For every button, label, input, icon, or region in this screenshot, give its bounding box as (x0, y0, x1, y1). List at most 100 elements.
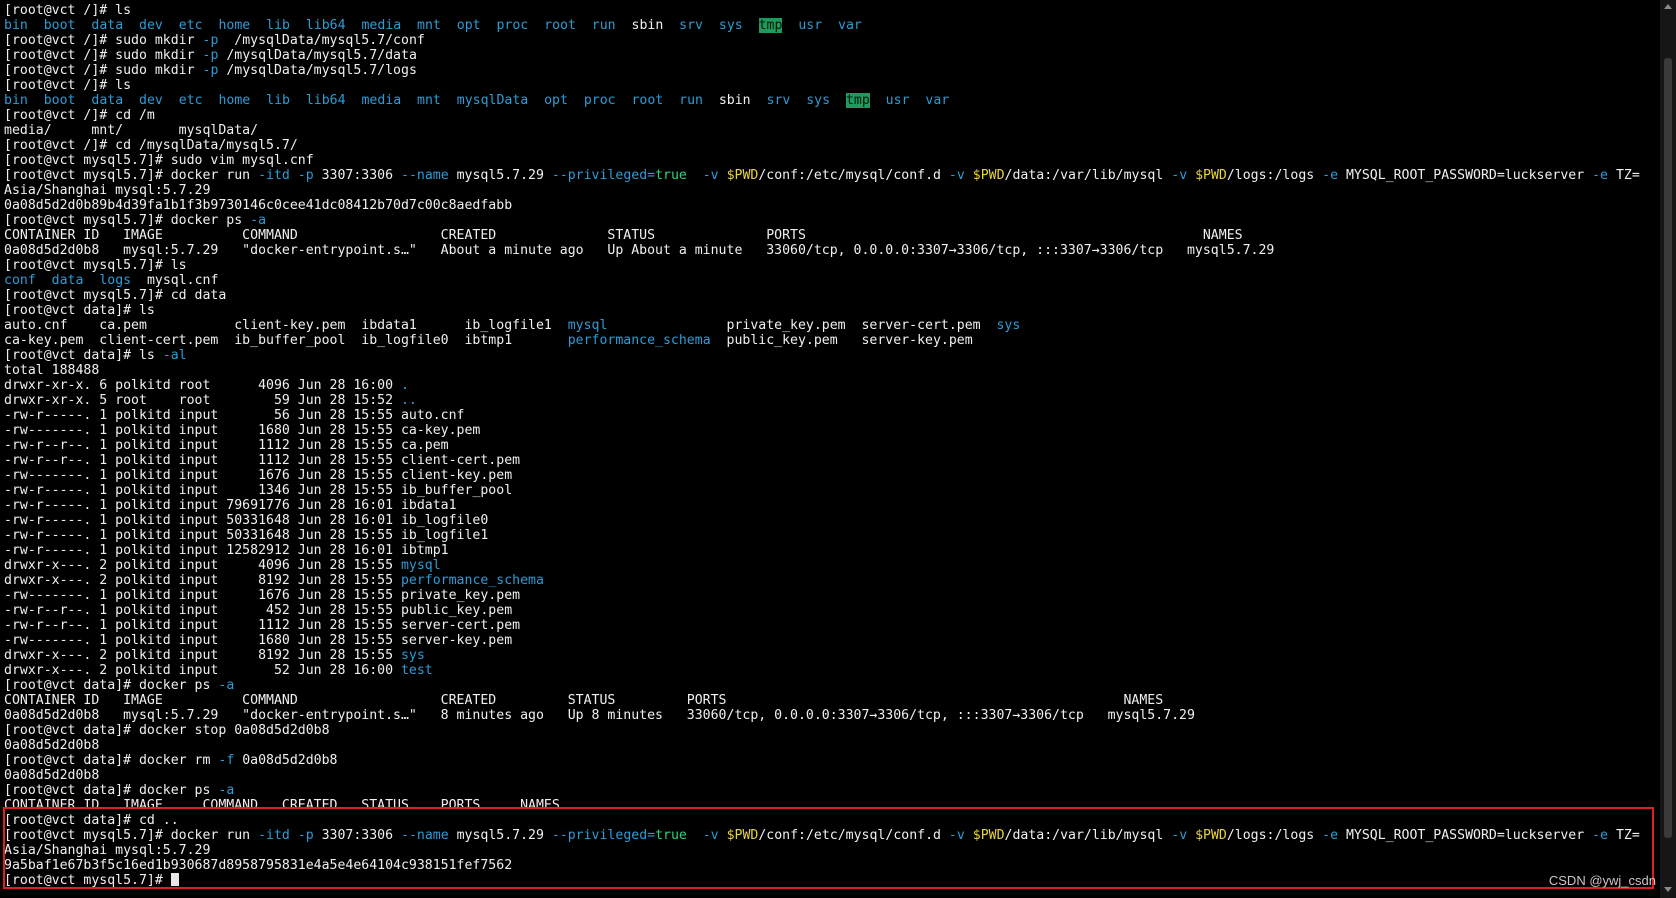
terminal-text-segment: media/ mnt/ mysqlData/ (4, 123, 259, 138)
terminal-text-segment: performance_schema (567, 333, 711, 348)
terminal-text-segment: -rw-r--r--. 1 polkitd input 1112 Jun 28 … (4, 618, 521, 633)
terminal-line: -rw-r--r--. 1 polkitd input 1112 Jun 28 … (4, 453, 1654, 468)
terminal-text-segment: -a (250, 213, 267, 228)
terminal-line: [root@vct /]# ls (4, 78, 1654, 93)
terminal-text-segment: [root@vct /]# cd /mysqlData/mysql5.7/ (4, 138, 298, 153)
terminal-text-segment: -rw-r-----. 1 polkitd input 56 Jun 28 15… (4, 408, 465, 423)
terminal-text-segment: -rw-r--r--. 1 polkitd input 452 Jun 28 1… (4, 603, 513, 618)
terminal-text-segment: TZ= (1608, 168, 1640, 183)
terminal-text-segment: sys (400, 648, 425, 663)
terminal-text-segment: var (838, 18, 862, 33)
terminal-text-segment: media (361, 18, 402, 33)
terminal-text-segment: usr (798, 18, 823, 33)
scroll-up-arrow-icon[interactable] (1664, 4, 1672, 9)
terminal-line: CONTAINER ID IMAGE COMMAND CREATED STATU… (4, 693, 1654, 708)
terminal-line: -rw-r-----. 1 polkitd input 50331648 Jun… (4, 513, 1654, 528)
terminal-text-segment: CONTAINER ID IMAGE COMMAND CREATED STATU… (4, 228, 1243, 243)
terminal-line: -rw-r-----. 1 polkitd input 50331648 Jun… (4, 528, 1654, 543)
terminal-text-segment: home (218, 93, 251, 108)
terminal-text-segment: /mysqlData/mysql5.7/logs (218, 63, 417, 78)
terminal-text-segment: [root@vct mysql5.7]# sudo vim mysql.cnf (4, 153, 314, 168)
terminal-text-segment: auto.cnf ca.pem client-key.pem ibdata1 i… (4, 318, 568, 333)
terminal-text-segment: [root@vct /]# sudo mkdir (4, 48, 203, 63)
terminal-text-segment: srv (679, 18, 703, 33)
terminal-text-segment: -rw-------. 1 polkitd input 1676 Jun 28 … (4, 468, 513, 483)
terminal-text-segment: -itd -p (258, 168, 314, 183)
terminal-line: [root@vct data]# docker ps -a (4, 783, 1654, 798)
terminal-line: -rw-r-----. 1 polkitd input 12582912 Jun… (4, 543, 1654, 558)
terminal-text-segment: mysql (400, 558, 441, 573)
terminal-text-segment: home (218, 18, 251, 33)
terminal-text-segment: [root@vct data]# docker ps (4, 678, 219, 693)
terminal-line: [root@vct data]# docker stop 0a08d5d2d0b… (4, 723, 1654, 738)
terminal-text-segment: [root@vct mysql5.7]# docker ps (4, 213, 251, 228)
terminal-text-segment: [root@vct /]# sudo mkdir (4, 63, 203, 78)
terminal-text-segment: total 188488 (4, 363, 100, 378)
terminal-line: [root@vct mysql5.7]# sudo vim mysql.cnf (4, 153, 1654, 168)
terminal-text-segment: -v (1171, 168, 1188, 183)
terminal-text-segment: drwxr-x---. 2 polkitd input 8192 Jun 28 … (4, 648, 401, 663)
terminal-text-segment: [root@vct mysql5.7]# cd data (4, 288, 227, 303)
terminal-text-segment: -e (1592, 168, 1608, 183)
terminal-text-segment: sbin (718, 93, 751, 108)
terminal-text-segment: Asia/Shanghai mysql:5.7.29 (4, 183, 211, 198)
terminal-line: [root@vct /]# cd /mysqlData/mysql5.7/ (4, 138, 1654, 153)
terminal-text-segment: dev (139, 18, 163, 33)
terminal-text-segment: mysql.cnf (131, 273, 219, 288)
terminal-line: -rw-r-----. 1 polkitd input 56 Jun 28 15… (4, 408, 1654, 423)
terminal-text-segment: proc (583, 93, 616, 108)
terminal-text-segment: -rw-r--r--. 1 polkitd input 1112 Jun 28 … (4, 453, 521, 468)
terminal-text-segment: [root@vct data]# docker ps (4, 783, 219, 798)
scroll-down-arrow-icon[interactable] (1664, 887, 1672, 892)
terminal-line: 0a08d5d2d0b8 mysql:5.7.29 "docker-entryp… (4, 708, 1654, 723)
terminal-line: auto.cnf ca.pem client-key.pem ibdata1 i… (4, 318, 1654, 333)
terminal-line: [root@vct data]# docker rm -f 0a08d5d2d0… (4, 753, 1654, 768)
terminal-output[interactable]: [root@vct /]# ls bin boot data dev etc ho… (4, 3, 1654, 893)
terminal-line: conf data logs mysql.cnf (4, 273, 1654, 288)
terminal-text-segment: MYSQL_ROOT_PASSWORD=luckserver (1338, 168, 1593, 183)
terminal-line: -rw-r--r--. 1 polkitd input 1112 Jun 28 … (4, 438, 1654, 453)
terminal-text-segment: [root@vct data]# ls (4, 348, 163, 363)
scrollbar-thumb[interactable] (1664, 58, 1672, 838)
terminal-text-segment: var (925, 93, 950, 108)
terminal-line: -rw-------. 1 polkitd input 1676 Jun 28 … (4, 588, 1654, 603)
terminal-line: [root@vct data]# ls (4, 303, 1654, 318)
terminal-text-segment: conf (4, 273, 36, 288)
terminal-text-segment: -rw-r--r--. 1 polkitd input 1112 Jun 28 … (4, 438, 449, 453)
terminal-text-segment: [root@vct /]# ls (4, 78, 132, 93)
terminal-line: [root@vct mysql5.7]# docker ps -a (4, 213, 1654, 228)
terminal-text-segment: --privileged= (551, 168, 656, 183)
terminal-text-segment: -e (1322, 168, 1339, 183)
terminal-text-segment: -v (702, 168, 719, 183)
terminal-text-segment: -a (218, 678, 235, 693)
vertical-scrollbar[interactable] (1660, 0, 1676, 898)
terminal-text-segment: 3307:3306 (313, 168, 401, 183)
terminal-text-segment: 0a08d5d2d0b89b4d39fa1b1f3b9730146c0cee41… (4, 198, 513, 213)
